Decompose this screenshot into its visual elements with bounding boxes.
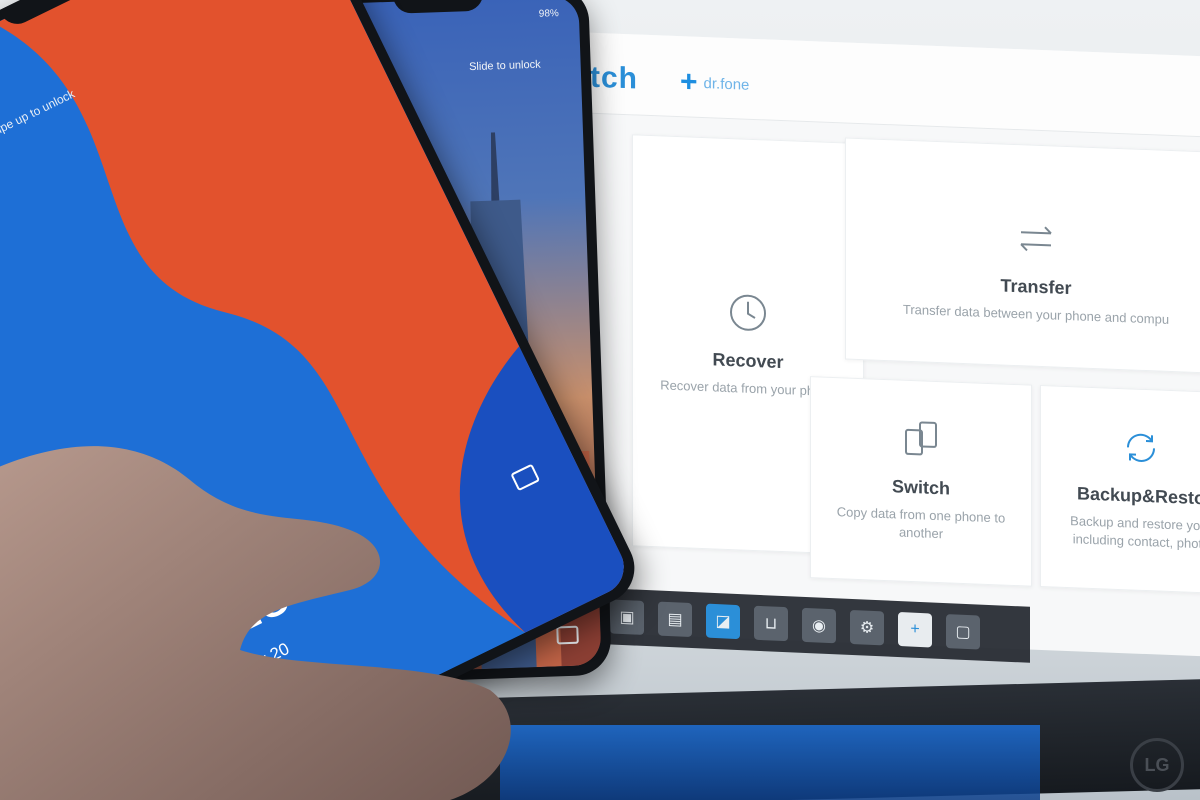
taskbar-app-icon-2[interactable]: ▢ <box>946 614 980 650</box>
taskbar-chrome-icon[interactable]: ◉ <box>802 607 836 644</box>
backup-desc: Backup and restore your including contac… <box>1070 513 1200 552</box>
phone-switch-icon <box>905 421 937 456</box>
lg-logo: LG <box>1130 738 1184 792</box>
slide-unlock-hint: Slide to unlock <box>468 58 541 74</box>
camera-shortcut-icon[interactable] <box>556 625 579 645</box>
clock-restore-icon <box>730 294 766 331</box>
app-title: tch <box>590 60 638 96</box>
transfer-desc: Transfer data between your phone and com… <box>902 301 1170 327</box>
photo-scene: tch + dr.fone Recover Recover data from … <box>0 0 1200 800</box>
taskbar-image-icon[interactable]: ▤ <box>658 601 692 638</box>
hand <box>0 446 511 800</box>
taskbar-drfone-icon[interactable]: + <box>898 612 932 648</box>
backup-title: Backup&Resto <box>1076 483 1200 509</box>
backup-card[interactable]: Backup&Resto Backup and restore your inc… <box>1040 384 1200 595</box>
transfer-card[interactable]: Transfer Transfer data between your phon… <box>845 137 1200 375</box>
taskbar-app-icon[interactable]: ▣ <box>610 599 644 635</box>
battery-status: 98% <box>538 8 560 20</box>
app-header: tch + dr.fone <box>520 30 1200 138</box>
taskbar-store-icon[interactable]: ⊔ <box>754 605 788 642</box>
taskbar-settings-icon[interactable]: ⚙ <box>850 609 884 646</box>
plus-icon: + <box>680 65 698 99</box>
switch-card[interactable]: Switch Copy data from one phone to anoth… <box>810 376 1032 587</box>
monitor-stand <box>500 725 1040 800</box>
backup-cycle-icon <box>1126 433 1156 462</box>
brand-logo: + dr.fone <box>680 65 750 99</box>
transfer-arrows-icon <box>1020 226 1052 252</box>
switch-title: Switch <box>891 476 950 499</box>
taskbar-active-app-icon[interactable]: ◪ <box>706 603 740 640</box>
brand-name: dr.fone <box>703 74 750 94</box>
switch-desc: Copy data from one phone to another <box>836 504 1006 542</box>
recover-title: Recover <box>712 349 784 373</box>
